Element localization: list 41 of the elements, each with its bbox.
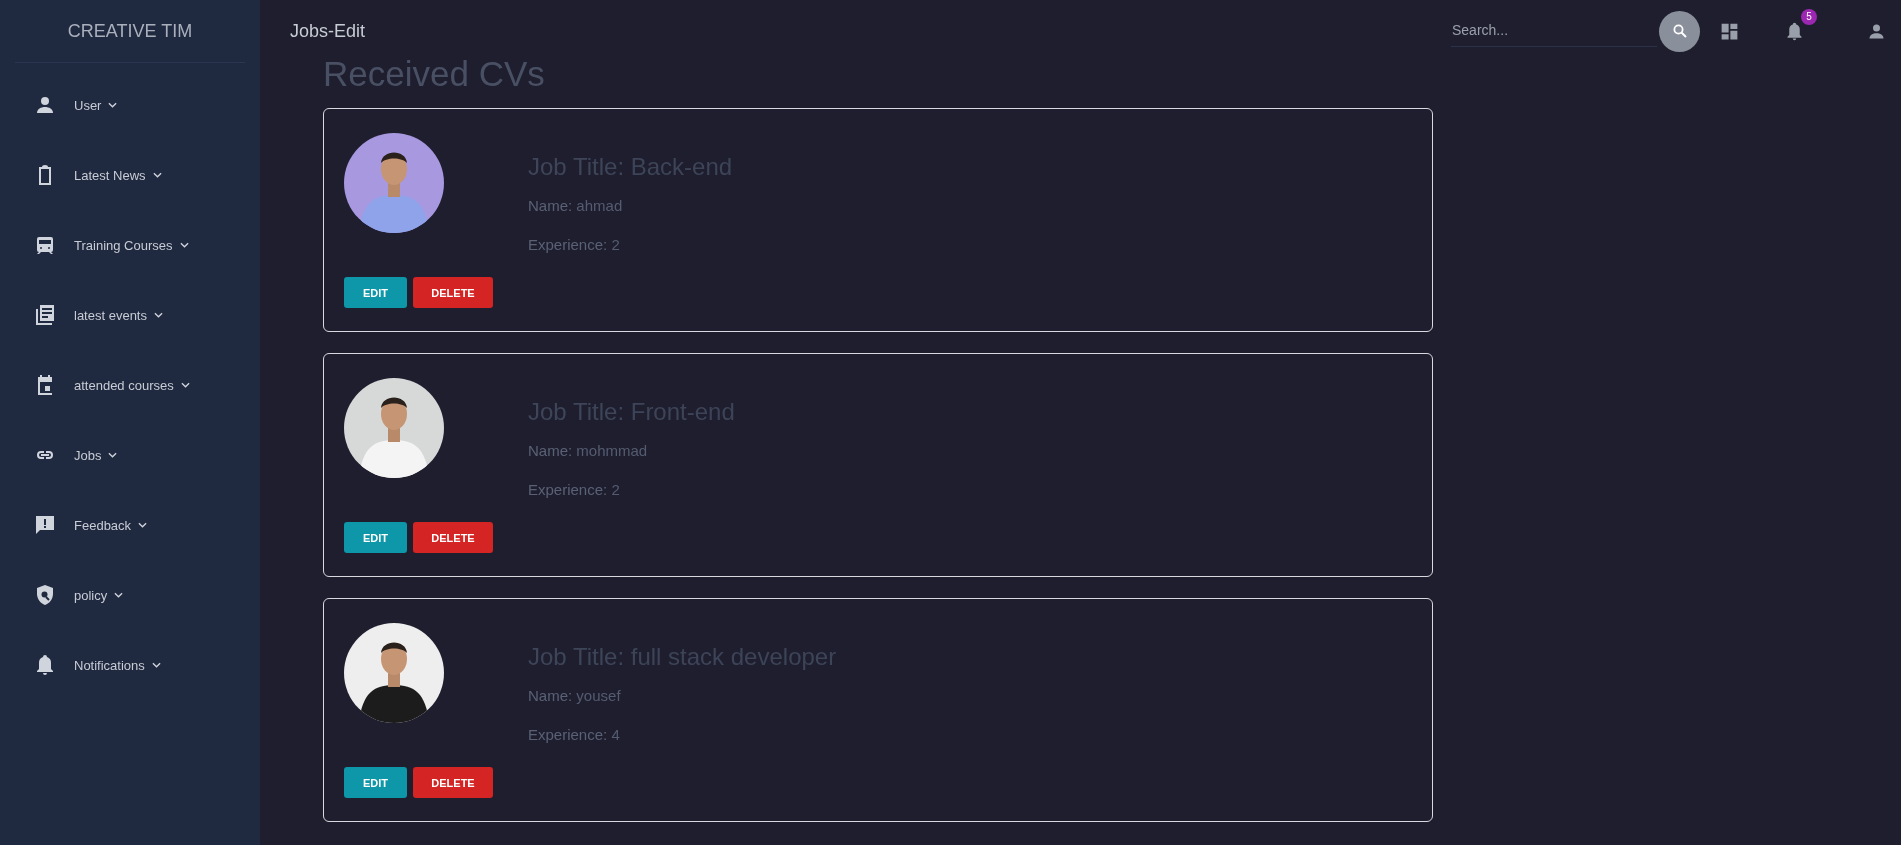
experience-label: Experience: (528, 236, 608, 253)
search-button[interactable] (1659, 10, 1700, 52)
name-label: Name: (528, 442, 573, 459)
applicant-name: ahmad (576, 197, 623, 214)
chevron-down-icon (154, 312, 163, 318)
chevron-down-icon (108, 452, 118, 458)
chevron-down-icon (180, 382, 190, 388)
chevron-down-icon (179, 242, 189, 248)
brand-title[interactable]: CREATIVE TIM (15, 0, 245, 63)
chevron-down-icon (114, 592, 124, 598)
applicant-name: mohmmad (576, 442, 648, 459)
menu-item-icon (33, 513, 57, 537)
sidebar-item[interactable]: Notifications (0, 653, 260, 677)
chevron-down-icon (138, 522, 148, 528)
delete-button[interactable]: DELETE (413, 277, 493, 308)
delete-button[interactable]: DELETE (413, 522, 493, 553)
menu-item-icon (33, 303, 57, 327)
notification-count: 5 (1801, 8, 1817, 25)
name-label: Name: (528, 197, 573, 214)
experience-value: 2 (611, 481, 620, 498)
experience-label: Experience: (528, 726, 608, 743)
chevron-down-icon (151, 662, 161, 668)
experience-value: 2 (611, 236, 620, 253)
sidebar-item[interactable]: Latest News (0, 163, 260, 187)
sidebar-item[interactable]: Feedback (0, 513, 260, 537)
name-label: Name: (528, 687, 573, 704)
sidebar-item[interactable]: Training Courses (0, 233, 260, 257)
applicant-name: yousef (576, 687, 621, 704)
sidebar-item[interactable]: Jobs (0, 443, 260, 467)
sidebar-item[interactable]: policy (0, 583, 260, 607)
search-field[interactable]: Search... (1451, 15, 1657, 47)
chevron-down-icon (152, 172, 162, 178)
experience-label: Experience: (528, 481, 608, 498)
sidebar-item[interactable]: attended courses (0, 373, 260, 397)
search-icon (1670, 22, 1689, 40)
page-title: Jobs-Edit (290, 20, 366, 42)
sidebar-item[interactable]: User (0, 93, 260, 117)
chevron-down-icon (108, 102, 118, 108)
sidebar-item[interactable]: latest events (0, 303, 260, 327)
delete-button[interactable]: DELETE (413, 767, 493, 798)
experience-value: 4 (611, 726, 620, 743)
